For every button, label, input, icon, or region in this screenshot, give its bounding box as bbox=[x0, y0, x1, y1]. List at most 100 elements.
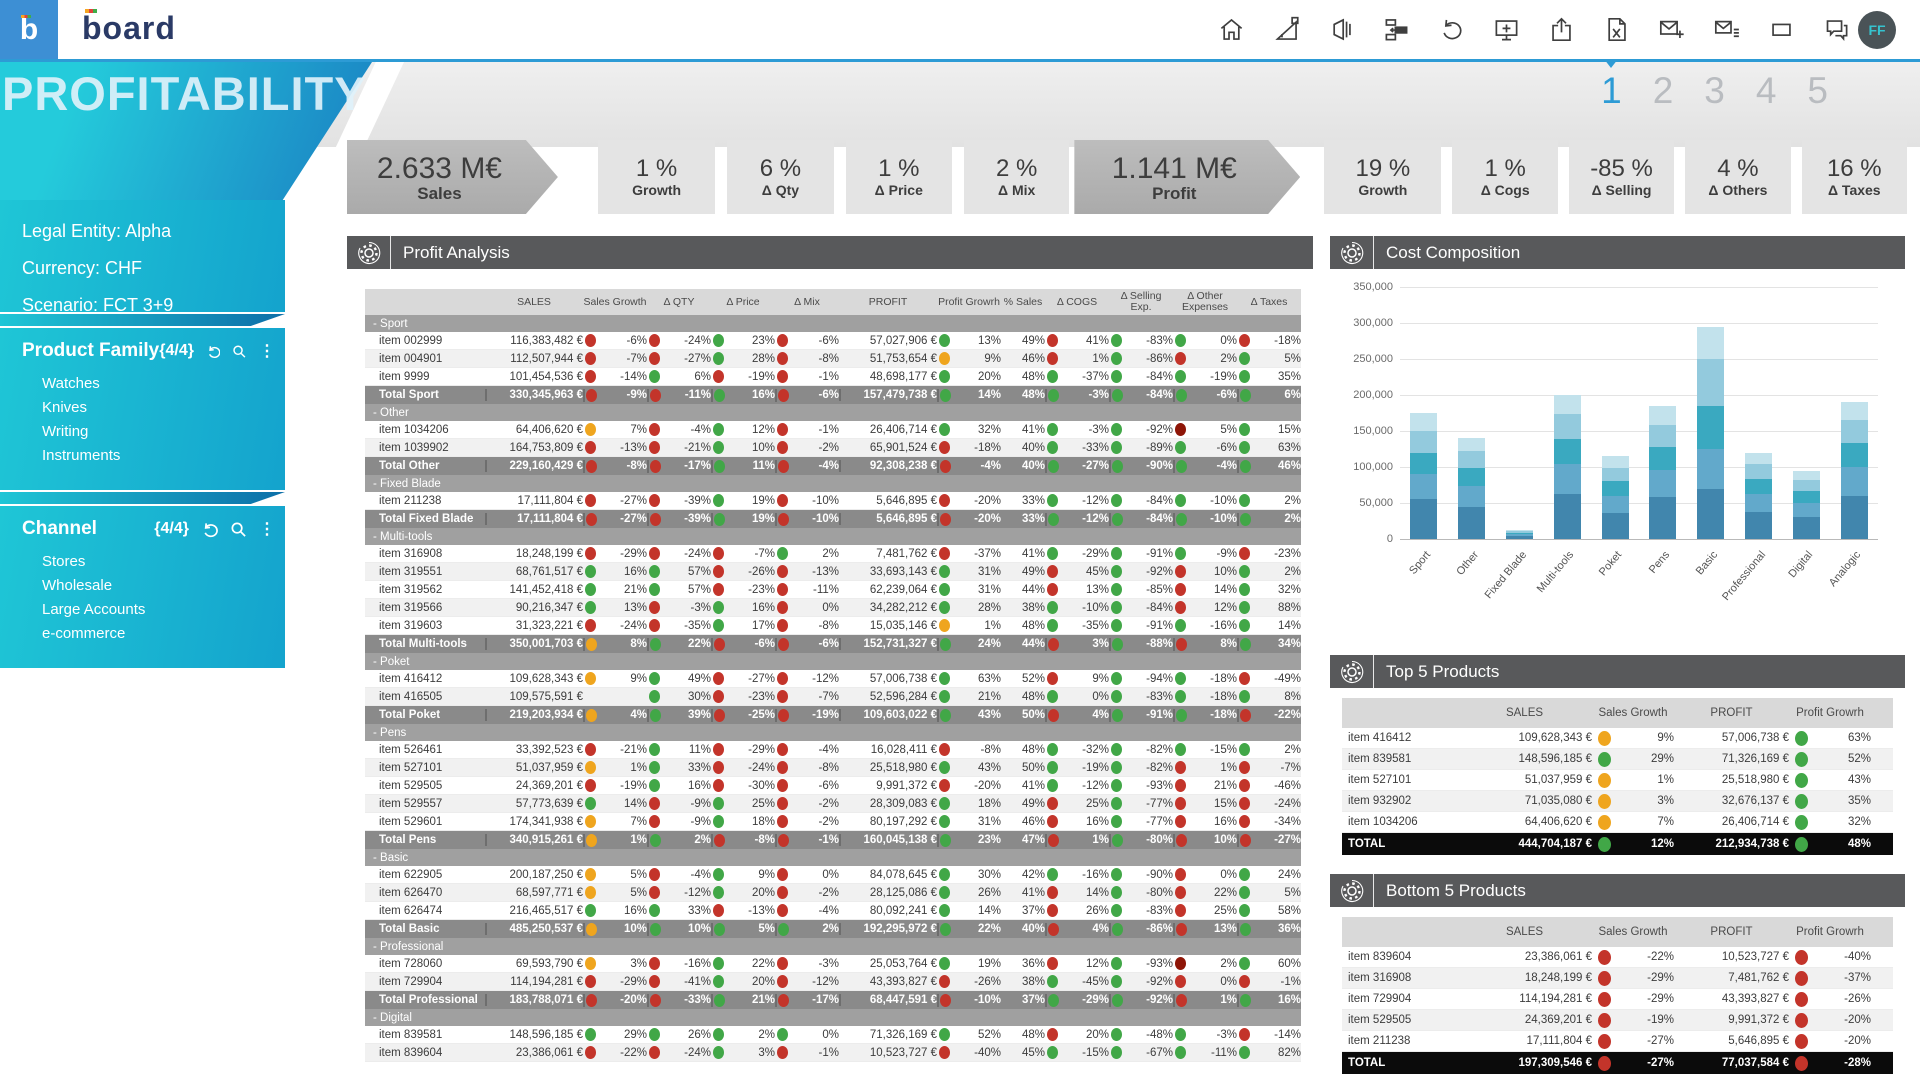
window-icon[interactable] bbox=[1768, 16, 1795, 43]
table-row[interactable]: item 839581 148,596,185 € 29% 26% 2% 0% 71,326… bbox=[365, 1026, 1301, 1044]
bar-analogic[interactable] bbox=[1840, 402, 1868, 539]
page-number-4[interactable]: 4 bbox=[1756, 72, 1777, 109]
sidebar-item-instruments[interactable]: Instruments bbox=[42, 444, 275, 468]
board-app-logo[interactable]: b bbox=[0, 0, 58, 59]
table-row[interactable]: item 839604 23,386,061 € -22% -24% 3% -1% 10,5… bbox=[365, 1044, 1301, 1062]
search-icon[interactable] bbox=[230, 521, 247, 538]
table-row[interactable]: item 211238 17,111,804 € -27% 5,646,895 € -2… bbox=[1342, 1031, 1893, 1052]
table-row[interactable]: item 211238 17,111,804 € -27% -39% 19% -10% 5,… bbox=[365, 492, 1301, 510]
table-row[interactable]: item 839581 148,596,185 € 29% 71,326,169 € 5… bbox=[1342, 749, 1893, 770]
sidebar-item-stores[interactable]: Stores bbox=[42, 550, 275, 574]
more-options-icon[interactable]: ⋮ bbox=[259, 341, 275, 361]
total-row[interactable]: TOTAL 197,309,546 € -27% 77,037,584 € -28% bbox=[1342, 1052, 1893, 1074]
more-options-icon[interactable]: ⋮ bbox=[259, 519, 275, 539]
table-row[interactable]: item 526461 33,392,523 € -21% 11% -29% -4% 16,… bbox=[365, 741, 1301, 759]
gear-icon[interactable] bbox=[347, 236, 391, 269]
home-icon[interactable] bbox=[1218, 16, 1245, 43]
total-row[interactable]: Total Other 229,160,429 € -8% -17% 11% -4% 92,… bbox=[365, 457, 1301, 475]
table-row[interactable]: item 729904 114,194,281 € -29% 43,393,827 €… bbox=[1342, 989, 1893, 1010]
section-row[interactable]: - Sport bbox=[365, 315, 1301, 332]
presentation-icon[interactable] bbox=[1328, 16, 1355, 43]
table-row[interactable]: item 1034206 64,406,620 € 7% 26,406,714 € 32… bbox=[1342, 812, 1893, 833]
bar-professional[interactable] bbox=[1745, 452, 1772, 539]
table-row[interactable]: item 319551 68,761,517 € 16% 57% -26% -13% 33,… bbox=[365, 563, 1301, 581]
section-row[interactable]: - Digital bbox=[365, 1009, 1301, 1026]
table-row[interactable]: item 626470 68,597,771 € 5% -12% 20% -2% 28,12… bbox=[365, 884, 1301, 902]
sidebar-item-writing[interactable]: Writing bbox=[42, 420, 275, 444]
section-row[interactable]: - Multi-tools bbox=[365, 528, 1301, 545]
export-excel-icon[interactable] bbox=[1603, 16, 1630, 43]
table-row[interactable]: item 728060 69,593,790 € 3% -16% 22% -3% 25,05… bbox=[365, 955, 1301, 973]
table-row[interactable]: item 529601 174,341,938 € 7% -9% 18% -2% 80,19… bbox=[365, 813, 1301, 831]
table-row[interactable]: item 416412 109,628,343 € 9% 57,006,738 € 63… bbox=[1342, 728, 1893, 749]
total-row[interactable]: Total Fixed Blade 17,111,804 € -27% -39% 19%… bbox=[365, 510, 1301, 528]
table-row[interactable]: item 416505 109,575,591 € 30% -23% -7% 52,596… bbox=[365, 688, 1301, 706]
page-number-2[interactable]: 2 bbox=[1653, 72, 1674, 109]
table-row[interactable]: item 932902 71,035,080 € 3% 32,676,137 € 35% bbox=[1342, 791, 1893, 812]
table-row[interactable]: item 839604 23,386,061 € -22% 10,523,727 € -… bbox=[1342, 947, 1893, 968]
table-row[interactable]: item 004901 112,507,944 € -7% -27% 28% -8% 51,… bbox=[365, 350, 1301, 368]
sidebar-item-knives[interactable]: Knives bbox=[42, 396, 275, 420]
gear-icon[interactable] bbox=[1330, 236, 1374, 269]
mail-broadcast-icon[interactable] bbox=[1713, 16, 1740, 43]
page-number-5[interactable]: 5 bbox=[1807, 72, 1828, 109]
sidebar-item-large-accounts[interactable]: Large Accounts bbox=[42, 598, 275, 622]
table-row[interactable]: item 319566 90,216,347 € 13% -3% 16% 0% 34,282… bbox=[365, 599, 1301, 617]
comments-icon[interactable] bbox=[1823, 16, 1850, 43]
table-row[interactable]: item 1034206 64,406,620 € 7% -4% 12% -1% 26,40… bbox=[365, 421, 1301, 439]
section-row[interactable]: - Pens bbox=[365, 724, 1301, 741]
section-row[interactable]: - Basic bbox=[365, 849, 1301, 866]
share-icon[interactable] bbox=[1548, 16, 1575, 43]
user-avatar[interactable]: FF bbox=[1858, 11, 1896, 49]
search-icon[interactable] bbox=[232, 343, 247, 360]
total-row[interactable]: TOTAL 444,704,187 € 12% 212,934,738 € 48% bbox=[1342, 833, 1893, 855]
table-row[interactable]: item 626474 216,465,517 € 16% 33% -13% -4% 80,… bbox=[365, 902, 1301, 920]
sidebar-item-wholesale[interactable]: Wholesale bbox=[42, 574, 275, 598]
design-icon[interactable] bbox=[1273, 16, 1300, 43]
bar-basic[interactable] bbox=[1697, 326, 1725, 539]
bar-digital[interactable] bbox=[1792, 470, 1820, 539]
table-row[interactable]: item 527101 51,037,959 € 1% 33% -24% -8% 25,51… bbox=[365, 759, 1301, 777]
bar-multi-tools[interactable] bbox=[1553, 395, 1581, 539]
gear-icon[interactable] bbox=[1330, 874, 1374, 907]
sidebar-item-watches[interactable]: Watches bbox=[42, 372, 275, 396]
total-row[interactable]: Total Professional 183,788,071 € -20% -33% 2… bbox=[365, 991, 1301, 1009]
bar-other[interactable] bbox=[1458, 438, 1486, 539]
table-row[interactable]: item 316908 18,248,199 € -29% 7,481,762 € -3… bbox=[1342, 968, 1893, 989]
table-row[interactable]: item 527101 51,037,959 € 1% 25,518,980 € 43% bbox=[1342, 770, 1893, 791]
table-row[interactable]: item 529557 57,773,639 € 14% -9% 25% -2% 28,30… bbox=[365, 795, 1301, 813]
bar-fixed-blade[interactable] bbox=[1506, 530, 1533, 539]
undo-icon[interactable] bbox=[1438, 16, 1465, 43]
bar-poket[interactable] bbox=[1601, 456, 1629, 539]
total-row[interactable]: Total Sport 330,345,963 € -9% -11% 16% -6% 157… bbox=[365, 386, 1301, 404]
table-row[interactable]: item 002999 116,383,482 € -6% -24% 23% -6% 57,… bbox=[365, 332, 1301, 350]
total-row[interactable]: Total Pens 340,915,261 € 1% 2% -8% -1% 160,045… bbox=[365, 831, 1301, 849]
bar-sport[interactable] bbox=[1410, 413, 1438, 539]
add-capture-icon[interactable] bbox=[1493, 16, 1520, 43]
filter-currency[interactable]: Currency: CHF bbox=[22, 250, 285, 287]
table-row[interactable]: item 529505 24,369,201 € -19% 9,991,372 € -2… bbox=[1342, 1010, 1893, 1031]
bar-pens[interactable] bbox=[1649, 405, 1677, 539]
table-row[interactable]: item 416412 109,628,343 € 9% 49% -27% -12% 57,… bbox=[365, 670, 1301, 688]
gear-icon[interactable] bbox=[1330, 655, 1374, 688]
undo-icon[interactable] bbox=[206, 343, 221, 360]
table-row[interactable]: item 316908 18,248,199 € -29% -24% -7% 2% 7,48… bbox=[365, 545, 1301, 563]
section-row[interactable]: - Professional bbox=[365, 938, 1301, 955]
table-row[interactable]: item 9999 101,454,536 € -14% 6% -19% -1% 48,69… bbox=[365, 368, 1301, 386]
table-row[interactable]: item 529505 24,369,201 € -19% 16% -30% -6% 9,9… bbox=[365, 777, 1301, 795]
table-row[interactable]: item 622905 200,187,250 € 5% -4% 9% 0% 84,078,… bbox=[365, 866, 1301, 884]
filter-legal-entity[interactable]: Legal Entity: Alpha bbox=[22, 213, 285, 250]
layers-icon[interactable] bbox=[1383, 16, 1410, 43]
page-number-3[interactable]: 3 bbox=[1704, 72, 1725, 109]
sidebar-item-e-commerce[interactable]: e-commerce bbox=[42, 622, 275, 646]
total-row[interactable]: Total Poket 219,203,934 € 4% 39% -25% -19% 109… bbox=[365, 706, 1301, 724]
page-number-1[interactable]: 1 bbox=[1601, 59, 1622, 109]
total-row[interactable]: Total Multi-tools 350,001,703 € 8% 22% -6% -6… bbox=[365, 635, 1301, 653]
section-row[interactable]: - Other bbox=[365, 404, 1301, 421]
section-row[interactable]: - Fixed Blade bbox=[365, 475, 1301, 492]
new-mail-icon[interactable] bbox=[1658, 16, 1685, 43]
table-row[interactable]: item 319562 141,452,418 € 21% 57% -23% -11% 62… bbox=[365, 581, 1301, 599]
section-row[interactable]: - Poket bbox=[365, 653, 1301, 670]
table-row[interactable]: item 319603 31,323,221 € -24% -35% 17% -8% 15,… bbox=[365, 617, 1301, 635]
table-row[interactable]: item 1039902 164,753,809 € -13% -21% 10% -2% 6… bbox=[365, 439, 1301, 457]
